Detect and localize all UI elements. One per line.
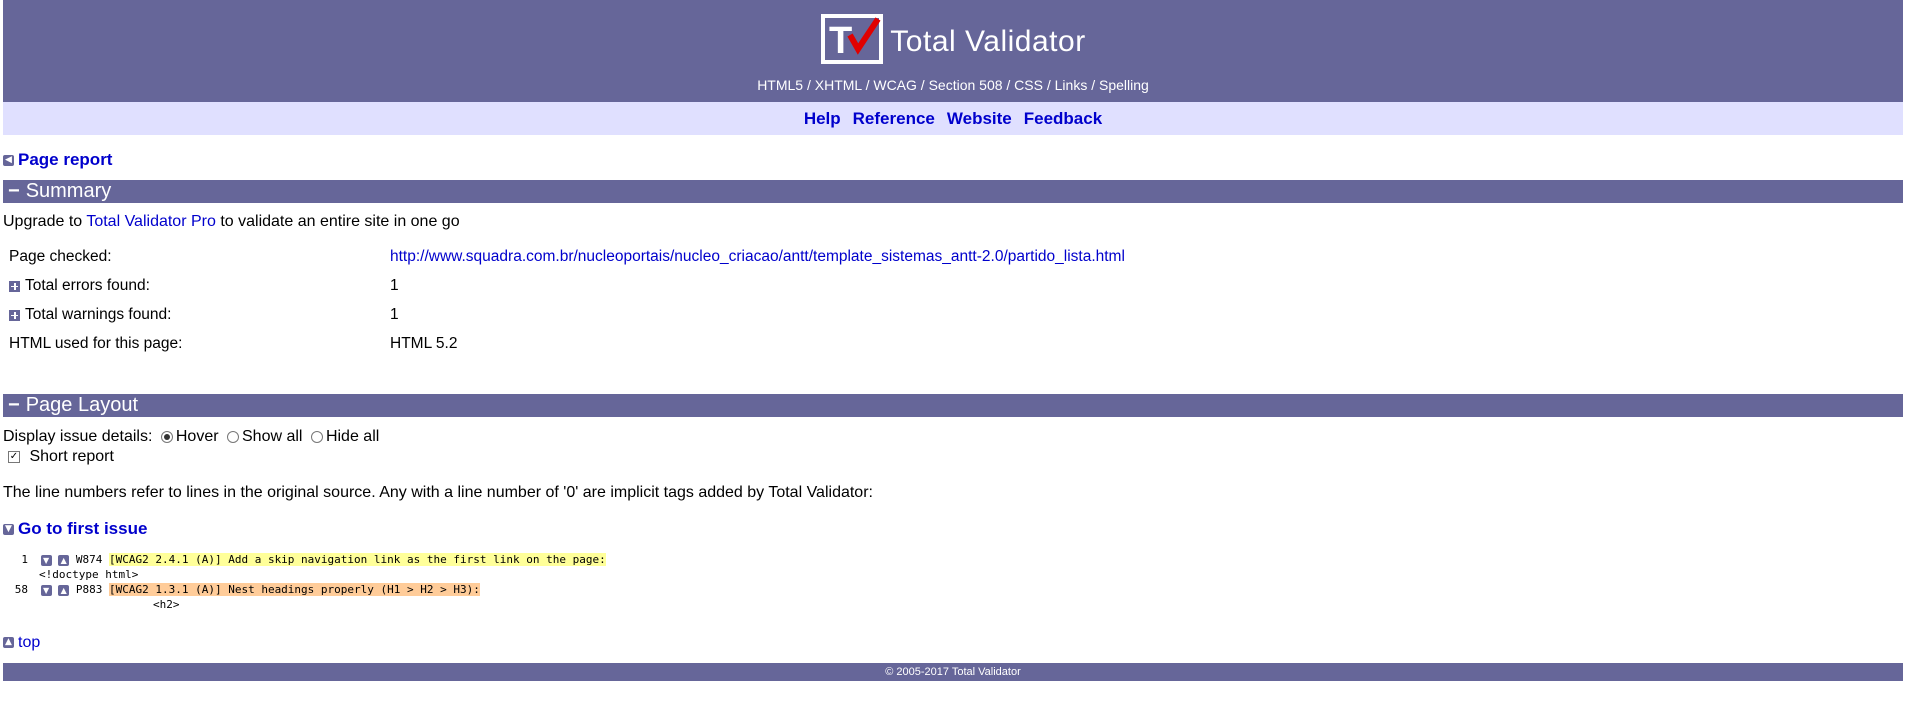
hide-all-radio-label[interactable]: Hide all (326, 428, 379, 445)
back-link-row: ◀ Page report (3, 150, 1903, 172)
html-version-label: HTML used for this page: (9, 335, 183, 352)
next-issue-arrow-icon[interactable]: ▼ (40, 554, 52, 566)
page-report-link[interactable]: ◀ Page report (3, 150, 1903, 170)
next-issue-arrow-icon[interactable]: ▼ (40, 584, 52, 596)
hide-all-radio[interactable] (310, 430, 323, 443)
top-link-label: top (18, 633, 41, 651)
back-arrow-icon: ◀ (3, 154, 14, 166)
go-to-first-issue-link[interactable]: ▼ Go to first issue (3, 519, 1903, 539)
issue-line-number: 1 (21, 553, 28, 566)
expand-warnings-icon[interactable] (9, 309, 20, 321)
total-validator-logo-icon: T (820, 13, 884, 65)
summary-row-html-version: HTML used for this page: HTML 5.2 (3, 331, 1903, 360)
issue-line-number: 58 (14, 583, 28, 596)
issue-code: W874 (75, 553, 103, 566)
issue-list: 1 ▼ ▲ W874 [WCAG2 2.4.1 (A)] Add a skip … (3, 552, 1903, 612)
html-version-value: HTML 5.2 (390, 335, 458, 352)
top-nav: Help Reference Website Feedback (3, 102, 1903, 135)
issue-message: [WCAG2 2.4.1 (A)] Add a skip navigation … (109, 553, 606, 566)
warnings-count: 1 (390, 306, 399, 323)
page-report-label: Page report (18, 150, 113, 169)
summary-row-errors: Total errors found: 1 (3, 273, 1903, 302)
up-arrow-icon: ▲ (3, 637, 14, 648)
show-all-radio[interactable] (227, 430, 239, 443)
short-report-checkbox[interactable]: ✓ (8, 450, 20, 463)
page-layout-section-header[interactable]: − Page Layout (3, 394, 1903, 417)
footer: © 2005-2017 Total Validator (3, 663, 1903, 681)
page-checked-label: Page checked: (9, 248, 112, 265)
tagline: HTML5 / XHTML / WCAG / Section 508 / CSS… (757, 77, 1149, 93)
page-layout-heading: Page Layout (25, 394, 139, 416)
warnings-label: Total warnings found: (25, 306, 172, 323)
svg-text:T: T (829, 20, 852, 62)
down-arrow-icon: ▼ (3, 523, 14, 535)
nav-feedback-link[interactable]: Feedback (1024, 109, 1102, 129)
top-link[interactable]: ▲ top (3, 634, 40, 652)
show-all-radio-label[interactable]: Show all (242, 428, 302, 445)
errors-label: Total errors found: (25, 277, 150, 294)
nav-website-link[interactable]: Website (947, 109, 1012, 129)
summary-heading: Summary (25, 180, 112, 202)
display-options-row: Display issue details: Hover Show all Hi… (3, 428, 1903, 448)
summary-table: Page checked: http://www.squadra.com.br/… (3, 244, 1903, 360)
page: T Total Validator HTML5 / XHTML / WCAG /… (3, 0, 1903, 681)
short-report-label[interactable]: Short report (29, 448, 113, 465)
hover-radio-label[interactable]: Hover (176, 428, 219, 445)
line-number-note: The line numbers refer to lines in the o… (3, 484, 873, 501)
hover-radio[interactable] (160, 430, 173, 443)
summary-row-warnings: Total warnings found: 1 (3, 302, 1903, 331)
page-checked-url-link[interactable]: http://www.squadra.com.br/nucleoportais/… (390, 248, 1125, 265)
errors-count: 1 (390, 277, 399, 294)
expand-errors-icon[interactable] (9, 280, 20, 292)
upgrade-suffix: to validate an entire site in one go (215, 213, 460, 230)
summary-section-header[interactable]: − Summary (3, 180, 1903, 203)
header-banner: T Total Validator HTML5 / XHTML / WCAG /… (3, 0, 1903, 102)
issue-row: 1 ▼ ▲ W874 [WCAG2 2.4.1 (A)] Add a skip … (3, 552, 1903, 567)
app-title: Total Validator (890, 25, 1086, 58)
summary-row-page-checked: Page checked: http://www.squadra.com.br/… (3, 244, 1903, 273)
upgrade-text: Upgrade to Total Validator Pro to valida… (3, 213, 1903, 235)
issue-code: P883 (75, 583, 103, 596)
nav-reference-link[interactable]: Reference (853, 109, 935, 129)
short-report-row: ✓ Short report (3, 448, 1903, 470)
first-issue-row: ▼ Go to first issue (3, 519, 1903, 541)
total-validator-pro-link[interactable]: Total Validator Pro (86, 213, 216, 230)
copyright-text: © 2005-2017 Total Validator (885, 666, 1021, 678)
logo-row: T Total Validator (3, 13, 1903, 65)
issue-source: <!doctype html> (39, 568, 139, 581)
issue-source: <h2> (153, 598, 180, 611)
go-to-first-issue-label: Go to first issue (18, 519, 148, 538)
collapse-icon: − (8, 180, 20, 202)
top-link-row: ▲ top (3, 631, 1903, 653)
upgrade-prefix: Upgrade to (3, 213, 87, 230)
nav-help-link[interactable]: Help (804, 109, 841, 129)
previous-issue-arrow-icon[interactable]: ▲ (58, 584, 70, 596)
issue-row: 58 ▼ ▲ P883 [WCAG2 1.3.1 (A)] Nest headi… (3, 582, 1903, 597)
issue-message: [WCAG2 1.3.1 (A)] Nest headings properly… (109, 583, 480, 596)
display-options-label: Display issue details: (3, 428, 153, 445)
collapse-icon: − (8, 394, 20, 416)
previous-issue-arrow-icon[interactable]: ▲ (58, 554, 70, 566)
